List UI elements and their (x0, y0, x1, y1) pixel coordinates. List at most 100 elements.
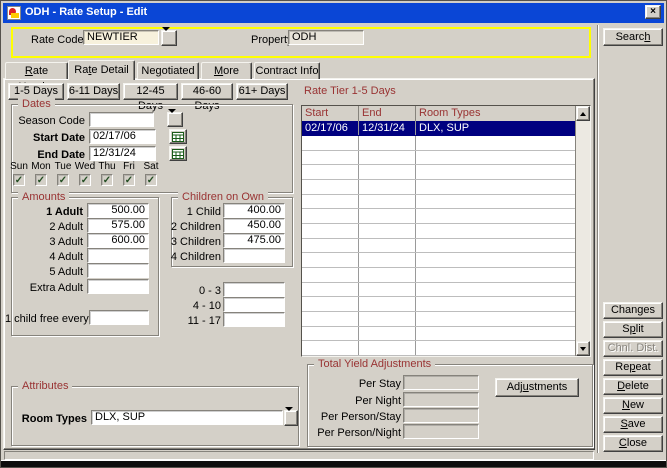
rate-code-field[interactable]: NEWTIER (83, 30, 159, 45)
day-tab-46-60[interactable]: 46-60 Days (181, 83, 233, 100)
age-11-17-label: 11 - 17 (169, 315, 221, 328)
room-types-field[interactable]: DLX, SUP (91, 410, 283, 425)
room-types-dropdown-button[interactable] (284, 410, 298, 426)
rate-code-label: Rate Code (31, 34, 84, 47)
table-empty-row[interactable] (302, 297, 575, 312)
day-checkbox-tue[interactable] (57, 174, 69, 186)
age-4-10-field[interactable] (223, 297, 285, 312)
day-label-tue: Tue (51, 161, 75, 172)
end-date-calendar-icon[interactable] (169, 146, 187, 161)
chnl-dist-button: Chnl. Dist. (603, 340, 663, 357)
per-stay-field (403, 375, 479, 390)
table-empty-row[interactable] (302, 209, 575, 224)
child-free-field[interactable] (89, 310, 149, 325)
table-empty-row[interactable] (302, 180, 575, 195)
rate-setup-window: ODH - Rate Setup - Edit Rate Code NEWTIE… (0, 0, 667, 468)
tab-rate-detail[interactable]: Rate Detail (68, 60, 135, 80)
day-checkbox-mon[interactable] (35, 174, 47, 186)
amount-4-adult-field[interactable] (87, 248, 149, 263)
search-button[interactable]: Search (603, 28, 663, 46)
table-empty-row[interactable] (302, 224, 575, 239)
table-empty-row[interactable] (302, 136, 575, 151)
child-1-field[interactable]: 400.00 (223, 203, 285, 218)
day-tab-6-11[interactable]: 6-11 Days (67, 83, 120, 100)
tab-rate-header[interactable]: Rate Header (5, 62, 68, 79)
amount-extra-adult-field[interactable] (87, 279, 149, 294)
season-code-field[interactable] (89, 112, 154, 127)
rate-tier-table: Start End Room Types 02/17/06 12/31/24 D… (301, 105, 591, 357)
child-2-field[interactable]: 450.00 (223, 218, 285, 233)
rate-code-dropdown-button[interactable] (161, 30, 177, 46)
table-header-end: End (359, 106, 416, 121)
save-button[interactable]: Save (603, 416, 663, 433)
child-3-field[interactable]: 475.00 (223, 233, 285, 248)
day-checkbox-thu[interactable] (101, 174, 113, 186)
changes-button[interactable]: Changes (603, 302, 663, 319)
child-4-field[interactable] (223, 248, 285, 263)
adjustments-button[interactable]: Adjustments (495, 378, 579, 397)
table-empty-row[interactable] (302, 283, 575, 298)
amount-3-adult-field[interactable]: 600.00 (87, 233, 149, 248)
per-night-label: Per Night (307, 395, 401, 408)
delete-button[interactable]: Delete (603, 378, 663, 395)
amount-1-adult-label: 1 Adult (13, 206, 83, 219)
cell-start: 02/17/06 (302, 121, 359, 135)
table-header-room-types: Room Types (416, 106, 575, 121)
chevron-down-icon (162, 31, 170, 43)
day-checkbox-wed[interactable] (79, 174, 91, 186)
cell-room-types: DLX, SUP (416, 121, 575, 135)
day-label-mon: Mon (29, 161, 53, 172)
amount-5-adult-field[interactable] (87, 263, 149, 278)
tab-negotiated[interactable]: Negotiated (137, 62, 199, 79)
split-button[interactable]: Split (603, 321, 663, 338)
chevron-down-icon (285, 411, 293, 423)
table-empty-row[interactable] (302, 341, 575, 356)
rate-tier-title: Rate Tier 1-5 Days (304, 85, 396, 98)
scroll-down-icon[interactable] (576, 341, 590, 356)
amount-4-adult-label: 4 Adult (13, 251, 83, 264)
day-tab-61-plus[interactable]: 61+ Days (236, 83, 288, 100)
season-code-dropdown-button[interactable] (167, 112, 183, 127)
close-button[interactable]: Close (603, 435, 663, 452)
table-row-selected[interactable]: 02/17/06 12/31/24 DLX, SUP (302, 121, 575, 136)
table-empty-row[interactable] (302, 195, 575, 210)
age-0-3-label: 0 - 3 (169, 285, 221, 298)
window-bottom-edge (1, 460, 667, 468)
table-empty-row[interactable] (302, 253, 575, 268)
amount-2-adult-field[interactable]: 575.00 (87, 218, 149, 233)
end-date-field[interactable]: 12/31/24 (89, 146, 156, 161)
table-empty-row[interactable] (302, 165, 575, 180)
room-types-label: Room Types (11, 413, 87, 426)
day-checkbox-sat[interactable] (145, 174, 157, 186)
day-tab-12-45[interactable]: 12-45 Days (123, 83, 178, 100)
age-11-17-field[interactable] (223, 312, 285, 327)
table-scrollbar[interactable] (575, 106, 590, 356)
start-date-field[interactable]: 02/17/06 (89, 129, 156, 144)
amount-extra-adult-label: Extra Adult (13, 282, 83, 295)
close-icon[interactable] (645, 5, 661, 19)
day-label-sun: Sun (7, 161, 31, 172)
table-empty-row[interactable] (302, 239, 575, 254)
repeat-button[interactable]: Repeat (603, 359, 663, 376)
per-person-night-label: Per Person/Night (307, 427, 401, 440)
table-empty-row[interactable] (302, 327, 575, 342)
start-date-calendar-icon[interactable] (169, 129, 187, 144)
table-empty-row[interactable] (302, 268, 575, 283)
day-label-sat: Sat (139, 161, 163, 172)
property-field[interactable]: ODH (288, 30, 364, 45)
table-header-start: Start (302, 106, 359, 121)
tab-contract-info[interactable]: Contract Info (254, 62, 320, 79)
table-empty-row[interactable] (302, 312, 575, 327)
day-label-wed: Wed (73, 161, 97, 172)
table-empty-row[interactable] (302, 151, 575, 166)
day-checkbox-fri[interactable] (123, 174, 135, 186)
tab-more[interactable]: More (201, 62, 252, 79)
dates-legend: Dates (18, 98, 55, 111)
property-label: Property (251, 34, 293, 47)
amount-1-adult-field[interactable]: 500.00 (87, 203, 149, 218)
new-button[interactable]: New (603, 397, 663, 414)
scroll-up-icon[interactable] (576, 106, 590, 121)
day-checkbox-sun[interactable] (13, 174, 25, 186)
attributes-legend: Attributes (18, 380, 72, 393)
age-0-3-field[interactable] (223, 282, 285, 297)
